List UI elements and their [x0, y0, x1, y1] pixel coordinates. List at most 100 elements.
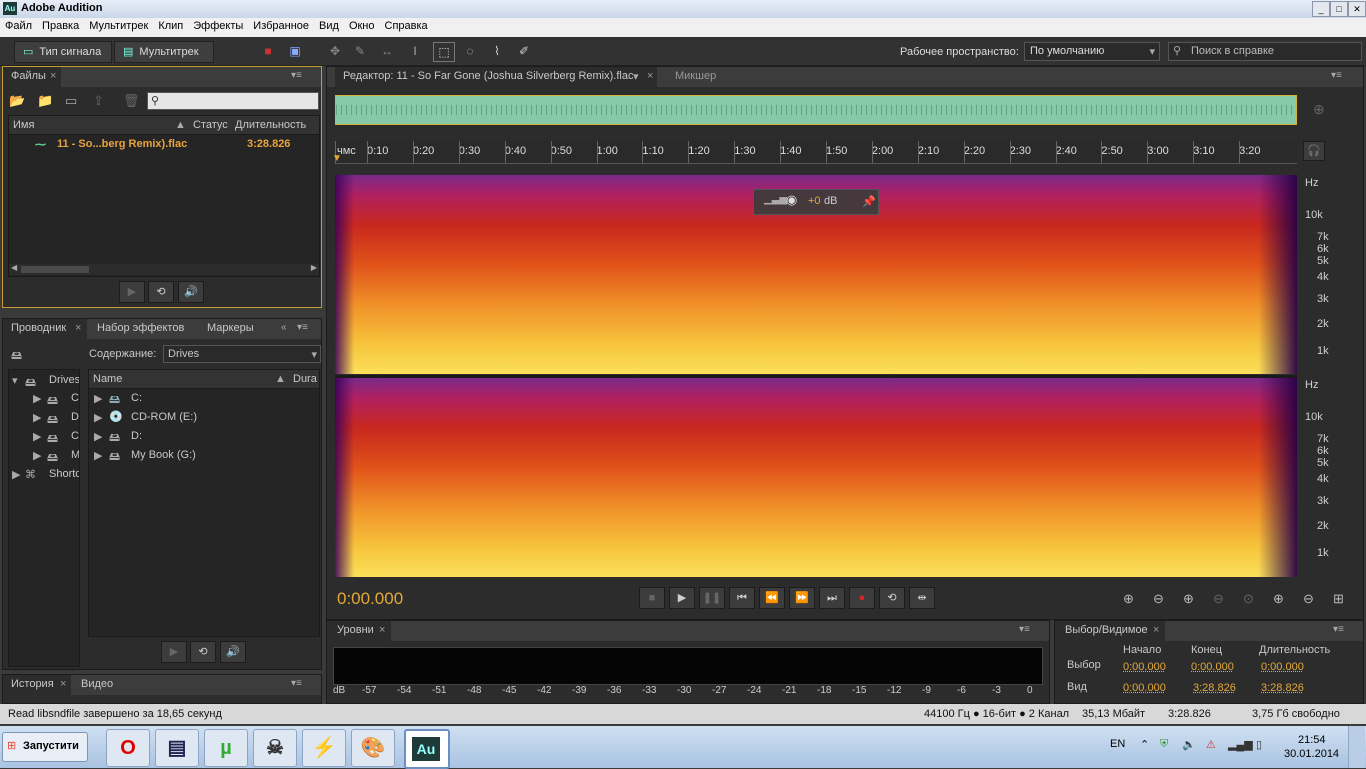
tree-item[interactable]: ▶ 🖴 M [9, 447, 79, 465]
stop-button[interactable]: ■ [639, 587, 665, 609]
tree-item-shortcuts[interactable]: ▶ ⌘ Shortc [9, 466, 79, 484]
menu-clip[interactable]: Клип [153, 18, 188, 32]
zoom-selection-icon[interactable]: ⊙ [1243, 591, 1254, 607]
record-button[interactable]: ● [849, 587, 875, 609]
close-icon[interactable]: × [60, 678, 66, 690]
paint-icon[interactable]: 🎨 [351, 729, 395, 767]
lightning-icon[interactable]: ⚡ [302, 729, 346, 767]
close-icon[interactable]: × [647, 70, 653, 82]
panel-menu-icon[interactable]: ▾≡ [291, 678, 302, 689]
zoom-in-amplitude-icon[interactable]: ⊕ [1123, 591, 1134, 607]
volume-icon[interactable]: 🔈 [1182, 738, 1196, 751]
spectrogram-channel-right[interactable] [335, 378, 1297, 577]
column-name[interactable]: Имя [13, 119, 34, 131]
zoom-out-amplitude-icon[interactable]: ⊖ [1153, 591, 1164, 607]
skip-selection-button[interactable]: ⇹ [909, 587, 935, 609]
zoom-in-time-icon[interactable]: ⊕ [1183, 591, 1194, 607]
workspace-select[interactable]: По умолчанию ▾ [1024, 42, 1160, 61]
selection-start-value[interactable]: 0:00.000 [1123, 661, 1166, 673]
current-time-display[interactable]: 0:00.000 [337, 589, 403, 609]
go-to-end-button[interactable]: ⏭ [819, 587, 845, 609]
tree-item[interactable]: ▶ 🖴 D [9, 409, 79, 427]
zoom-in-point-icon[interactable]: ⊕ [1273, 591, 1284, 607]
tab-effects-rack[interactable]: Набор эффектов [97, 322, 184, 334]
close-icon[interactable]: × [1153, 624, 1159, 636]
save-icon[interactable]: ▤ [155, 729, 199, 767]
list-item[interactable]: ▶ 🖴 D: [89, 428, 319, 446]
clock-date[interactable]: 30.01.2014 [1284, 748, 1339, 760]
brush-tool-icon[interactable]: ⌇ [487, 42, 507, 60]
panel-menu-icon[interactable]: ▾≡ [1333, 624, 1344, 635]
view-end-value[interactable]: 3:28.826 [1193, 682, 1236, 694]
network-alert-icon[interactable]: ⚠ [1206, 738, 1216, 751]
zoom-icon[interactable]: ⊕ [1313, 101, 1325, 118]
tree-item[interactable]: ▶ 🖴 C [9, 428, 79, 446]
tab-mixer[interactable]: Микшер [675, 70, 716, 82]
close-icon[interactable]: × [75, 322, 81, 334]
spectrogram-channel-left[interactable]: ▁▃▅ ◉ +0 dB 📌 [335, 175, 1297, 374]
maximize-button[interactable]: □ [1330, 1, 1348, 17]
play-preview-button[interactable]: ▶ [161, 641, 187, 663]
files-scrollbar[interactable]: ◀ ▶ [9, 263, 319, 275]
open-file-icon[interactable]: 📂 [9, 93, 25, 109]
spectral-view-icon[interactable]: ■ [258, 42, 278, 60]
panel-menu-icon[interactable]: ▾≡ [297, 322, 308, 333]
autoplay-button[interactable]: 🔊 [220, 641, 246, 663]
list-item[interactable]: ▶ 💿 CD-ROM (E:) [89, 409, 319, 427]
close-icon[interactable]: × [50, 70, 56, 82]
waveform-display-icon[interactable]: ▣ [285, 42, 305, 60]
trash-icon[interactable]: 🗑 [123, 93, 140, 109]
show-desktop-button[interactable] [1348, 726, 1365, 768]
menu-multitrack[interactable]: Мультитрек [84, 18, 153, 32]
chevron-down-icon[interactable]: ▾ [633, 70, 639, 83]
headphones-icon[interactable]: 🎧 [1303, 141, 1325, 161]
menu-file[interactable]: Файл [0, 18, 37, 32]
clock-time[interactable]: 21:54 [1298, 734, 1326, 746]
menu-edit[interactable]: Правка [37, 18, 84, 32]
rewind-button[interactable]: ⏪ [759, 587, 785, 609]
tab-editor[interactable]: Редактор: 11 - So Far Gone (Joshua Silve… [335, 67, 657, 87]
view-start-value[interactable]: 0:00.000 [1123, 682, 1166, 694]
pause-button[interactable]: ❚❚ [699, 587, 725, 609]
move-tool-icon[interactable]: ✥ [325, 42, 345, 60]
menu-effects[interactable]: Эффекты [188, 18, 248, 32]
panel-menu-icon[interactable]: ▾≡ [1331, 70, 1342, 81]
tab-explorer[interactable]: Проводник × [3, 319, 87, 339]
column-name[interactable]: Name [93, 373, 122, 385]
playhead-marker[interactable]: ▼ [332, 153, 342, 164]
go-to-start-button[interactable]: ⏮ [729, 587, 755, 609]
close-button[interactable]: ✕ [1348, 1, 1366, 17]
opera-icon[interactable]: O [106, 729, 150, 767]
menu-view[interactable]: Вид [314, 18, 344, 32]
fast-forward-button[interactable]: ⏩ [789, 587, 815, 609]
panel-menu-icon[interactable]: ▾≡ [1019, 624, 1030, 635]
tab-video[interactable]: Видео [81, 678, 113, 690]
spot-healing-tool-icon[interactable]: ✐ [514, 42, 534, 60]
gain-knob-icon[interactable]: ◉ [786, 192, 797, 208]
hud-gain[interactable]: ▁▃▅ ◉ +0 dB 📌 [753, 189, 879, 215]
zoom-out-full-icon[interactable]: ⊖ [1303, 591, 1314, 607]
multitrack-view-button[interactable]: ▤ Мультитрек [114, 41, 214, 63]
tab-selection-view[interactable]: Выбор/Видимое × [1055, 621, 1165, 641]
selection-end-value[interactable]: 0:00.000 [1191, 661, 1234, 673]
loop-playback-button[interactable]: ⟲ [879, 587, 905, 609]
tab-history[interactable]: История × [3, 675, 71, 695]
new-file-icon[interactable]: ▭ [65, 93, 77, 109]
start-button[interactable]: ⊞ Запустити [2, 732, 88, 762]
menu-help[interactable]: Справка [380, 18, 433, 32]
selection-duration-value[interactable]: 0:00.000 [1261, 661, 1304, 673]
content-select[interactable]: Drives ▾ [163, 345, 321, 363]
time-selection-tool-icon[interactable]: I [405, 42, 425, 60]
loop-preview-button[interactable]: ⟲ [148, 281, 174, 303]
menu-window[interactable]: Окно [344, 18, 380, 32]
alien-icon[interactable]: ☠ [253, 729, 297, 767]
list-item[interactable]: ▶ 🖴 C: [89, 390, 319, 408]
marquee-tool-icon[interactable]: ⬚ [433, 42, 455, 62]
zoom-out-time-icon[interactable]: ⊖ [1213, 591, 1224, 607]
tab-levels[interactable]: Уровни × [327, 621, 391, 641]
file-row[interactable]: ⁓ 11 - So...berg Remix).flac 3:28.826 [9, 136, 319, 154]
play-preview-button[interactable]: ▶ [119, 281, 145, 303]
waveform-view-button[interactable]: ▭ Тип сигнала [14, 41, 112, 63]
battery-icon[interactable]: ▯ [1256, 738, 1262, 751]
audition-taskbar-button[interactable]: Au [404, 729, 450, 769]
